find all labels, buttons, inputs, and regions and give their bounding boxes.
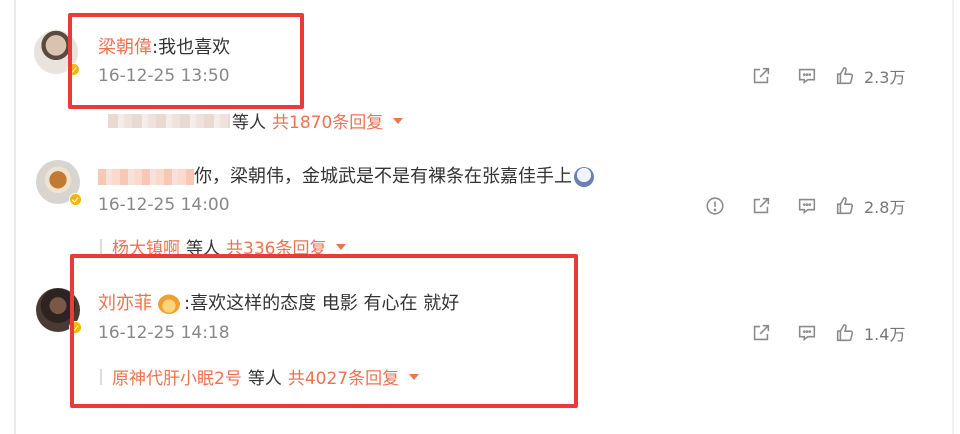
comment-line: 你，梁朝伟，金城武是不是有裸条在张嘉佳手上 [98, 162, 594, 188]
comment-button[interactable] [784, 320, 830, 346]
blurred-username [98, 169, 194, 185]
reply-count-link[interactable]: 共1870条回复 [272, 108, 383, 133]
comment-actions: 2.3万 [738, 63, 905, 89]
report-button[interactable] [692, 193, 738, 219]
emoji-icon [574, 167, 594, 187]
repost-button[interactable] [738, 63, 784, 89]
repost-icon [753, 197, 770, 214]
like-button[interactable]: 2.3万 [834, 64, 905, 88]
chevron-down-icon[interactable] [336, 243, 347, 250]
repost-icon [753, 67, 770, 84]
repost-button[interactable] [738, 320, 784, 346]
comment-button[interactable] [784, 63, 830, 89]
thumbs-up-icon [836, 196, 854, 215]
report-icon [706, 197, 724, 215]
like-button[interactable]: 2.8万 [834, 194, 905, 218]
chevron-down-icon[interactable] [393, 117, 404, 124]
like-count: 2.8万 [864, 198, 906, 217]
like-button[interactable]: 1.4万 [834, 321, 905, 345]
repost-icon [753, 324, 770, 341]
highlight-box [68, 13, 304, 109]
comment-icon [798, 198, 816, 214]
right-divider [952, 0, 954, 434]
comment-actions: 1.4万 [738, 320, 905, 346]
highlight-box [70, 254, 578, 408]
left-divider [14, 0, 16, 434]
comment-button[interactable] [784, 193, 830, 219]
like-count: 1.4万 [864, 325, 906, 344]
comment-actions: 2.8万 [692, 193, 905, 219]
comment-icon [798, 325, 816, 341]
reply-divider [100, 238, 102, 255]
thumbs-up-icon [836, 323, 854, 342]
comment-text: 你，梁朝伟，金城武是不是有裸条在张嘉佳手上 [194, 166, 572, 187]
reply-summary[interactable]: 等人 共1870条回复 [108, 108, 404, 133]
blurred-reply-users [108, 113, 230, 128]
thumbs-up-icon [836, 66, 854, 85]
comment-icon [798, 68, 816, 84]
reply-mid-text: 等人 [232, 113, 266, 133]
like-count: 2.3万 [864, 68, 906, 87]
repost-button[interactable] [738, 193, 784, 219]
timestamp: 16-12-25 14:00 [98, 195, 230, 215]
verified-badge-icon [69, 193, 82, 206]
